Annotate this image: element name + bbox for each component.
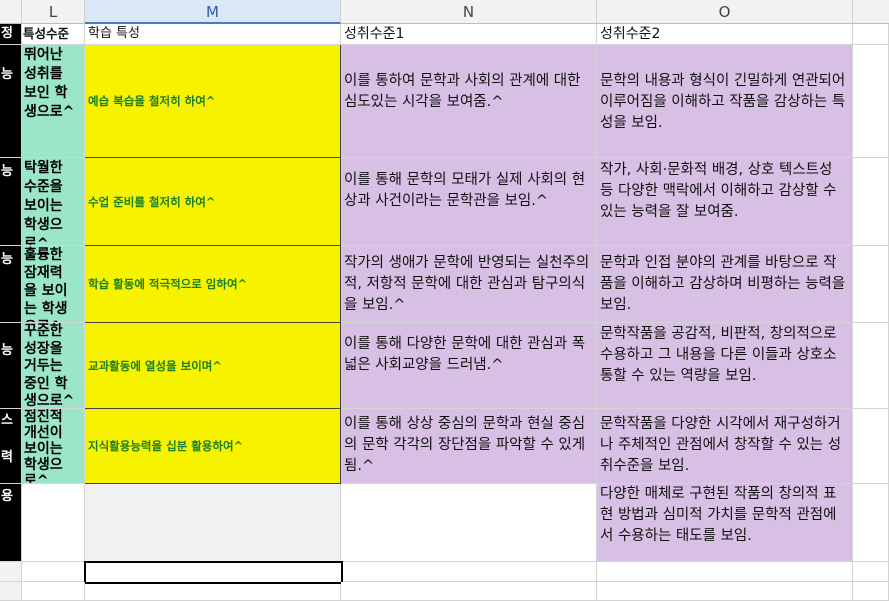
achievement1-cell[interactable]: 작가의 생애가 문학에 반영되는 실천주의적, 저항적 문학에 대한 관심과 탐… [341,246,597,323]
header-cell-trait[interactable]: 학습 특성 [85,24,341,45]
empty-cell[interactable] [853,409,889,484]
trait-cell[interactable]: 예습 복습을 철저히 하여^ [85,45,341,158]
left-cell[interactable]: 능 [0,45,22,158]
empty-cell[interactable] [341,582,597,601]
left-cell-text: 스 [1,413,13,428]
empty-cell[interactable] [597,582,853,601]
achievement2-cell[interactable]: 문학작품을 다양한 시각에서 재구성하거나 주체적인 관점에서 창작할 수 있는… [597,409,853,484]
header-cell-achievement1[interactable]: 성취수준1 [341,24,597,45]
achievement2-cell[interactable]: 다양한 매체로 구현된 작품의 창의적 표현 방법과 심미적 가치를 문학적 관… [597,484,853,562]
level-cell[interactable]: 뛰어난 성취를 보인 학 생으로^ [22,45,85,158]
empty-cell[interactable] [85,584,341,601]
achievement1-cell[interactable]: 이를 통해 상상 중심의 문학과 현실 중심의 문학 각각의 장단점을 파악할 … [341,409,597,484]
left-cell[interactable]: 스 력 [0,409,22,484]
column-header-p[interactable] [853,0,889,24]
achievement1-cell[interactable]: 이를 통해 다양한 문학에 대한 관심과 폭넓은 사회교양을 드러냄.^ [341,323,597,409]
column-header-m[interactable]: M [85,0,341,24]
empty-cell[interactable] [597,562,853,582]
trait-cell[interactable] [85,484,341,562]
selected-cell[interactable] [84,561,343,584]
column-header-n[interactable]: N [341,0,597,24]
trait-cell[interactable]: 지식활용능력을 십분 활용하여^ [85,409,341,484]
column-header-k[interactable] [0,0,22,24]
spreadsheet-grid: L M N O 정 특성수준 학습 특성 성취수준1 성취수준2 능 뛰어난 성… [0,0,889,601]
achievement2-cell[interactable]: 문학작품을 공감적, 비판적, 창의적으로 수용하고 그 내용을 다른 이들과 … [597,323,853,409]
trait-cell[interactable]: 수업 준비를 철저히 하여^ [85,158,341,246]
achievement1-cell[interactable]: 이를 통하여 문학과 사회의 관계에 대한 심도있는 시각을 보여줌.^ [341,45,597,158]
empty-cell[interactable] [853,562,889,582]
empty-cell[interactable] [853,323,889,409]
achievement2-cell[interactable]: 문학의 내용과 형식이 긴밀하게 연관되어 이루어짐을 이해하고 작품을 감상하… [597,45,853,158]
row-header[interactable] [0,562,22,582]
empty-cell[interactable] [853,158,889,246]
left-cell[interactable]: 능 [0,158,22,246]
trait-cell[interactable]: 학습 활동에 적극적으로 임하여^ [85,246,341,323]
empty-cell[interactable] [853,582,889,601]
left-cell[interactable]: 용 [0,484,22,562]
trait-cell[interactable]: 교과활동에 열성을 보이며^ [85,323,341,409]
level-cell[interactable]: 탁월한 수준을 보이는 학생으 로^ [22,158,85,246]
empty-cell[interactable] [22,582,85,601]
row-header[interactable] [0,582,22,601]
achievement1-cell[interactable] [341,484,597,562]
achievement2-cell[interactable]: 문학과 인접 분야의 관계를 바탕으로 작품을 이해하고 감상하며 비평하는 능… [597,246,853,323]
achievement1-cell[interactable]: 이를 통해 문학의 모태가 실제 사회의 현상과 사건이라는 문학관을 보임.^ [341,158,597,246]
empty-cell[interactable] [22,562,85,582]
level-cell[interactable]: 훌륭한 잠재력 을 보이 는 학생 으로^ [22,246,85,323]
empty-cell[interactable] [853,24,889,45]
empty-cell[interactable] [853,484,889,562]
level-cell[interactable] [22,484,85,562]
level-cell[interactable]: 꾸준한 성장을 거두는 중인 학 생으로^ [22,323,85,409]
empty-cell[interactable] [853,246,889,323]
left-cell[interactable]: 능 [0,323,22,409]
column-header-o[interactable]: O [597,0,853,24]
left-cell[interactable]: 능 [0,246,22,323]
header-cell-level[interactable]: 특성수준 [22,24,85,45]
empty-cell[interactable] [343,562,597,582]
header-cell-achievement2[interactable]: 성취수준2 [597,24,853,45]
column-header-l[interactable]: L [22,0,85,24]
level-cell[interactable]: 점진적 개선이 보이는 학생으 로^ [22,409,85,484]
empty-cell[interactable] [853,45,889,158]
achievement2-cell[interactable]: 작가, 사회·문화적 배경, 상호 텍스트성 등 다양한 맥락에서 이해하고 감… [597,158,853,246]
header-cell-a[interactable]: 정 [0,24,22,45]
left-cell-text: 력 [1,450,13,465]
